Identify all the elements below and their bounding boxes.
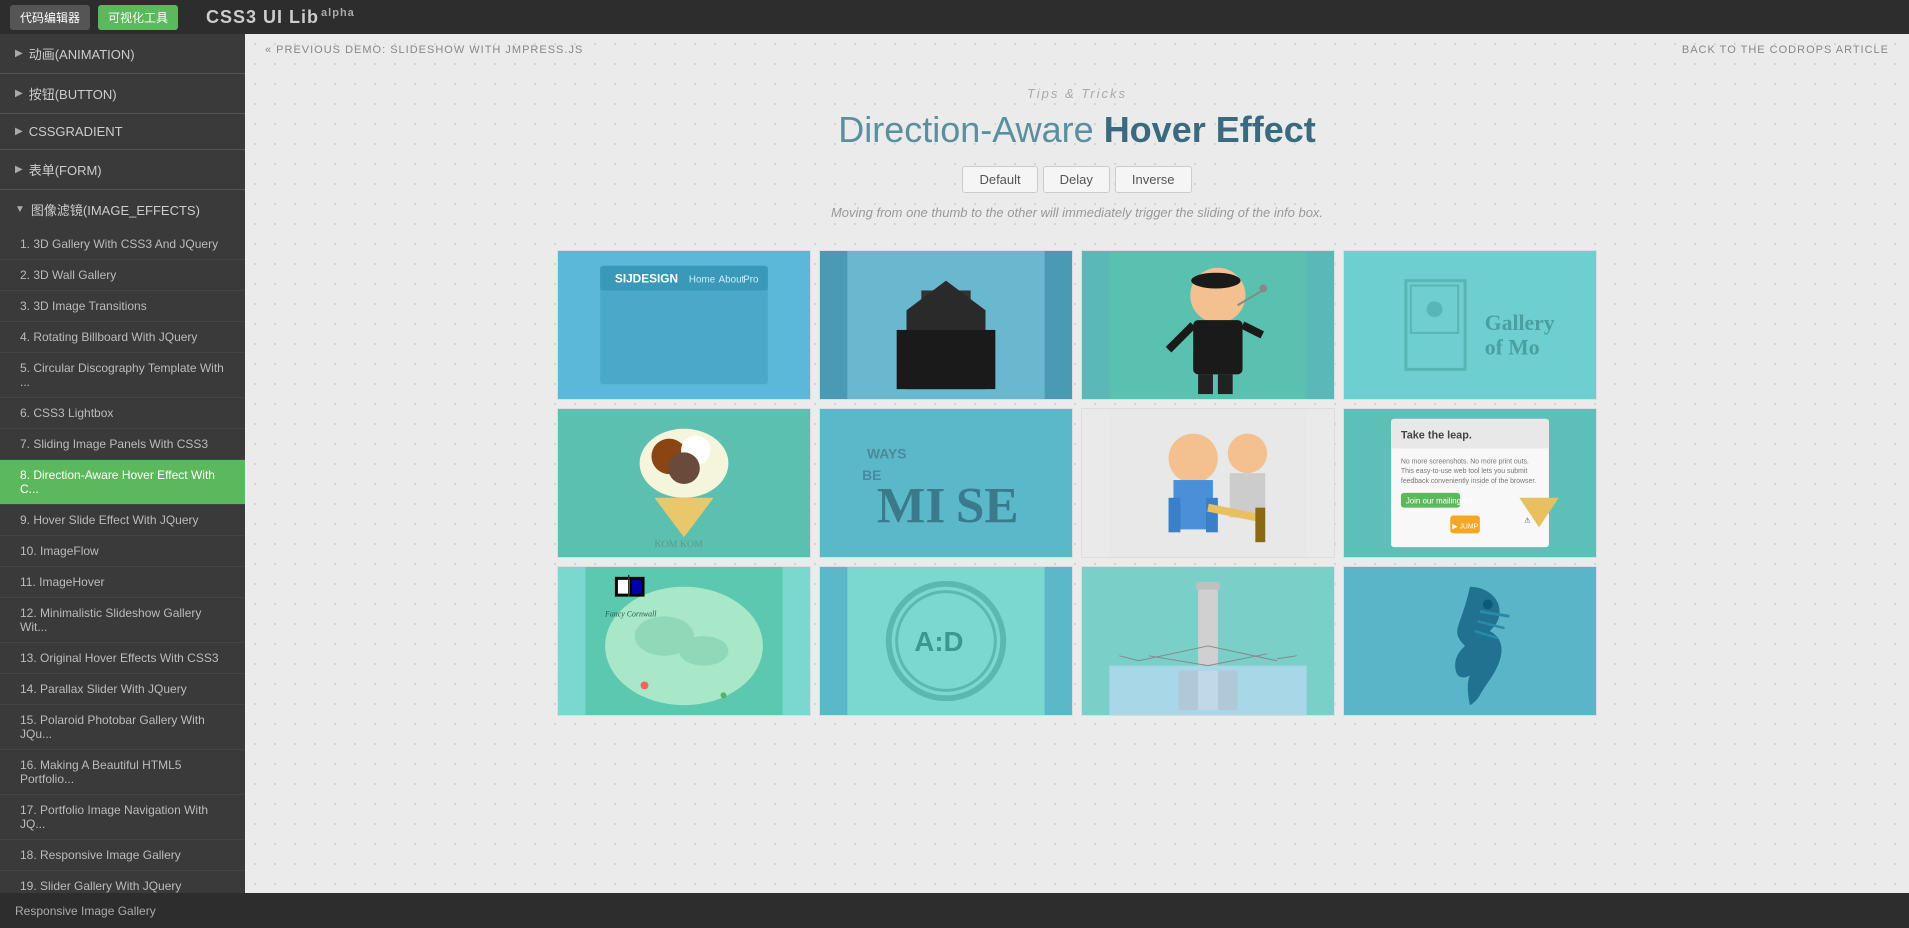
sidebar-section-label: 动画(ANIMATION)	[29, 44, 135, 63]
main-layout: ▶ 动画(ANIMATION) ▶ 按钮(BUTTON) ▶ CSSGRADIE…	[0, 34, 1909, 893]
gallery-item[interactable]	[1081, 566, 1335, 716]
tips-label: Tips & Tricks	[265, 86, 1889, 101]
demo-buttons: DefaultDelayInverse	[265, 166, 1889, 193]
sidebar-list-item[interactable]: 5. Circular Discography Template With ..…	[0, 353, 245, 398]
sidebar-list-item[interactable]: 11. ImageHover	[0, 567, 245, 598]
sidebar-section-label: 表单(FORM)	[29, 160, 102, 179]
demo-title: Direction-Aware Hover Effect	[265, 109, 1889, 151]
prev-label: « Previous Demo:	[265, 44, 386, 56]
sidebar-section-animation: ▶ 动画(ANIMATION)	[0, 34, 245, 74]
sidebar-list-item[interactable]: 10. ImageFlow	[0, 536, 245, 567]
gallery-item[interactable]	[1081, 250, 1335, 400]
svg-text:Join our mailing list: Join our mailing list	[1406, 497, 1474, 506]
bottom-bar: Responsive Image Gallery	[0, 893, 1909, 928]
sidebar-list-item[interactable]: 3. 3D Image Transitions	[0, 291, 245, 322]
gallery-item[interactable]: Take the leap. No more screenshots. No m…	[1343, 408, 1597, 558]
sidebar-list-item[interactable]: 4. Rotating Billboard With JQuery	[0, 322, 245, 353]
svg-text:Take the leap.: Take the leap.	[1401, 430, 1472, 442]
app-title: CSS3 UI Libalpha	[206, 7, 355, 28]
sidebar-list-item[interactable]: 18. Responsive Image Gallery	[0, 840, 245, 871]
code-editor-button[interactable]: 代码编辑器	[10, 5, 90, 30]
bottom-bar-label: Responsive Image Gallery	[15, 904, 156, 918]
sidebar-section-label: 按钮(BUTTON)	[29, 84, 117, 103]
prev-demo-nav: « Previous Demo: Slideshow with jmpress.…	[265, 44, 583, 56]
back-link[interactable]: Back to the Codrops article	[1682, 44, 1889, 56]
svg-text:A:D: A:D	[914, 626, 963, 657]
gallery-item[interactable]: A:D	[819, 566, 1073, 716]
sidebar-header-cssgradient[interactable]: ▶ CSSGRADIENT	[0, 114, 245, 149]
sidebar-header-button[interactable]: ▶ 按钮(BUTTON)	[0, 74, 245, 113]
visual-tool-button[interactable]: 可视化工具	[98, 5, 178, 30]
chevron-down-icon: ▼	[15, 204, 25, 215]
chevron-right-icon: ▶	[15, 88, 23, 99]
svg-text:⚠: ⚠	[1524, 516, 1530, 524]
demo-mode-button[interactable]: Default	[962, 166, 1037, 193]
svg-text:No more screenshots. No more p: No more screenshots. No more print outs.	[1401, 458, 1529, 465]
content-nav: « Previous Demo: Slideshow with jmpress.…	[245, 34, 1909, 66]
sidebar-list-item[interactable]: 1. 3D Gallery With CSS3 And JQuery	[0, 229, 245, 260]
svg-text:About: About	[719, 275, 745, 286]
sidebar-section-form: ▶ 表单(FORM)	[0, 150, 245, 190]
sidebar-list-item[interactable]: 6. CSS3 Lightbox	[0, 398, 245, 429]
sidebar-list-item[interactable]: 15. Polaroid Photobar Gallery With JQu..…	[0, 705, 245, 750]
svg-text:of Mo: of Mo	[1485, 336, 1540, 360]
sidebar-list-item[interactable]: 2. 3D Wall Gallery	[0, 260, 245, 291]
svg-text:SIJDESIGN: SIJDESIGN	[615, 272, 678, 286]
gallery-item[interactable]	[819, 250, 1073, 400]
sidebar-list-item[interactable]: 19. Slider Gallery With JQuery	[0, 871, 245, 893]
svg-text:MI: MI	[877, 477, 945, 534]
sidebar-list-item[interactable]: 8. Direction-Aware Hover Effect With C..…	[0, 460, 245, 505]
svg-text:feedback conveniently inside o: feedback conveniently inside of the brow…	[1401, 478, 1536, 485]
sidebar-list-item[interactable]: 13. Original Hover Effects With CSS3	[0, 643, 245, 674]
gallery-item[interactable]: KOM KOM	[557, 408, 811, 558]
svg-text:KOM KOM: KOM KOM	[654, 539, 703, 550]
demo-title-area: Tips & Tricks Direction-Aware Hover Effe…	[245, 66, 1909, 250]
sidebar-list-item[interactable]: 14. Parallax Slider With JQuery	[0, 674, 245, 705]
svg-text:Home: Home	[689, 275, 716, 286]
svg-text:This easy-to-use web tool lets: This easy-to-use web tool lets you submi…	[1401, 468, 1527, 475]
sidebar-image-effects-list: 1. 3D Gallery With CSS3 And JQuery2. 3D …	[0, 229, 245, 893]
prev-link[interactable]: Slideshow with jmpress.js	[390, 44, 583, 56]
sidebar-list-item[interactable]: 17. Portfolio Image Navigation With JQ..…	[0, 795, 245, 840]
svg-text:SE: SE	[956, 477, 1019, 534]
svg-text:Fancy Cornwall: Fancy Cornwall	[604, 609, 657, 618]
svg-text:Gallery: Gallery	[1485, 311, 1555, 335]
sidebar-list-item[interactable]: 12. Minimalistic Slideshow Gallery Wit..…	[0, 598, 245, 643]
chevron-right-icon: ▶	[15, 126, 23, 137]
chevron-right-icon: ▶	[15, 164, 23, 175]
svg-text:▶ JUMP: ▶ JUMP	[1452, 523, 1478, 530]
demo-mode-button[interactable]: Inverse	[1115, 166, 1192, 193]
sidebar-header-form[interactable]: ▶ 表单(FORM)	[0, 150, 245, 189]
sidebar-section-label: 图像滤镜(IMAGE_EFFECTS)	[31, 200, 200, 219]
sidebar-section-image-effects: ▼ 图像滤镜(IMAGE_EFFECTS) 1. 3D Gallery With…	[0, 190, 245, 893]
sidebar-list-item[interactable]: 16. Making A Beautiful HTML5 Portfolio..…	[0, 750, 245, 795]
top-bar: 代码编辑器 可视化工具 CSS3 UI Libalpha	[0, 0, 1909, 34]
gallery-item[interactable]	[1081, 408, 1335, 558]
gallery-item[interactable]: Gallery of Mo	[1343, 250, 1597, 400]
content-area: « Previous Demo: Slideshow with jmpress.…	[245, 34, 1909, 893]
sidebar-list-item[interactable]: 7. Sliding Image Panels With CSS3	[0, 429, 245, 460]
gallery-item[interactable]	[1343, 566, 1597, 716]
gallery-item[interactable]: WAYS BE MI SE	[819, 408, 1073, 558]
sidebar-header-animation[interactable]: ▶ 动画(ANIMATION)	[0, 34, 245, 73]
svg-text:WAYS: WAYS	[867, 445, 906, 461]
demo-subtitle: Moving from one thumb to the other will …	[265, 205, 1889, 220]
gallery-item[interactable]: Fancy Cornwall	[557, 566, 811, 716]
gallery-grid: SIJDESIGN Home About Pro Gallery of Mo	[477, 250, 1677, 746]
sidebar: ▶ 动画(ANIMATION) ▶ 按钮(BUTTON) ▶ CSSGRADIE…	[0, 34, 245, 893]
sidebar-section-button: ▶ 按钮(BUTTON)	[0, 74, 245, 114]
sidebar-list-item[interactable]: 9. Hover Slide Effect With JQuery	[0, 505, 245, 536]
chevron-right-icon: ▶	[15, 48, 23, 59]
sidebar-section-label: CSSGRADIENT	[29, 124, 123, 139]
gallery-item[interactable]: SIJDESIGN Home About Pro	[557, 250, 811, 400]
sidebar-section-cssgradient: ▶ CSSGRADIENT	[0, 114, 245, 150]
demo-mode-button[interactable]: Delay	[1043, 166, 1110, 193]
sidebar-header-image-effects[interactable]: ▼ 图像滤镜(IMAGE_EFFECTS)	[0, 190, 245, 229]
svg-text:Pro: Pro	[743, 275, 759, 286]
